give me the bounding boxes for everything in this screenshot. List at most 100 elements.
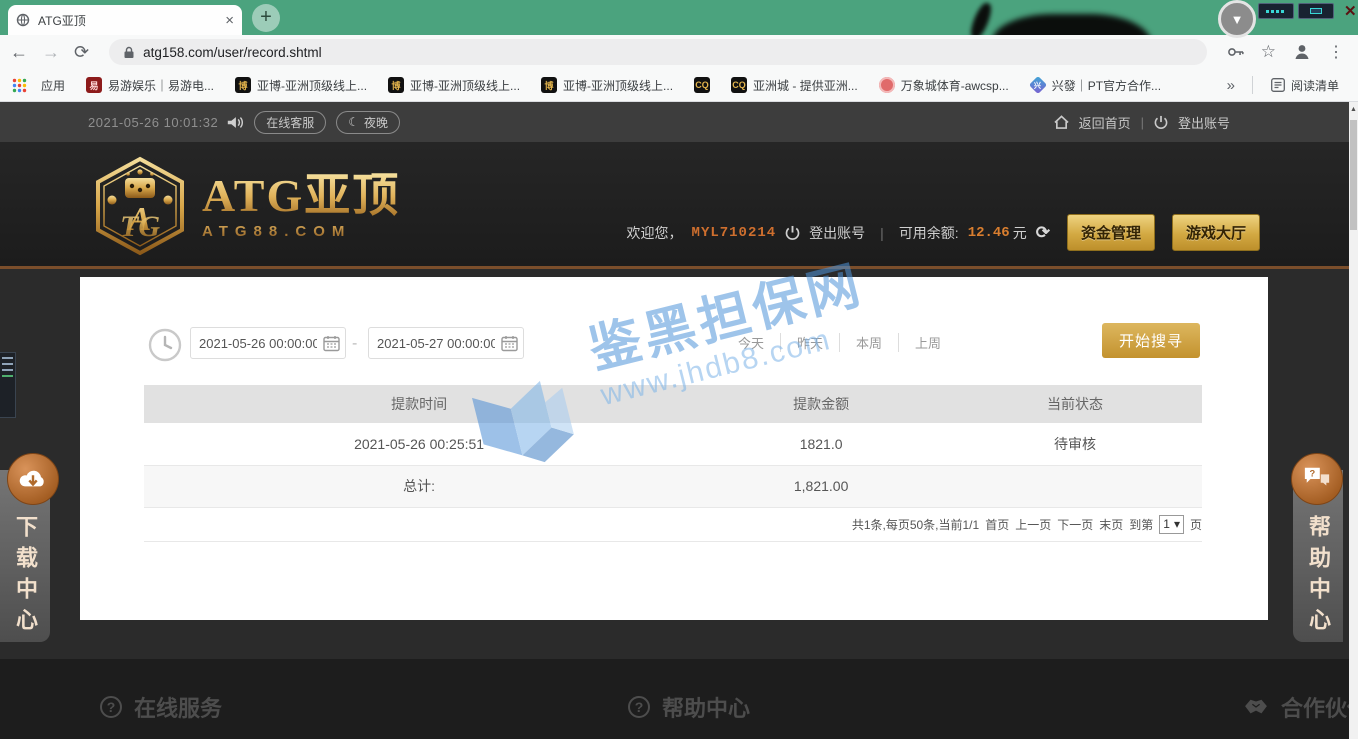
cell-withdraw-time: 2021-05-26 00:25:51: [144, 423, 694, 465]
footer-help-center: ? 帮助中心: [628, 691, 1197, 723]
goto-suffix: 页: [1190, 516, 1202, 533]
profile-avatar-icon[interactable]: [1292, 42, 1312, 62]
online-service-button[interactable]: 在线客服: [254, 111, 326, 134]
bookmark-item[interactable]: 易 易游娱乐｜易游电...: [79, 74, 221, 97]
divider: |: [874, 225, 890, 241]
quick-link-last-week[interactable]: 上周: [898, 333, 957, 352]
bookmark-item[interactable]: 万象城体育-awcsp...: [872, 74, 1016, 97]
reading-list-button[interactable]: 阅读清单: [1264, 74, 1346, 97]
bookmark-item[interactable]: 博 亚博-亚洲顶级线上...: [381, 74, 527, 97]
favicon-globe-icon: [16, 13, 30, 27]
welcome-label: 欢迎您，: [627, 223, 683, 243]
svg-text:?: ?: [1309, 469, 1315, 479]
chat-question-icon: ?: [1302, 465, 1332, 493]
end-date-input[interactable]: [377, 336, 495, 351]
speaker-icon[interactable]: [226, 115, 244, 130]
apps-grid-icon[interactable]: [12, 78, 27, 93]
bookmark-favicon: 兴: [1029, 76, 1047, 94]
total-amount: 1,821.00: [694, 465, 948, 507]
screen: ATG亚顶 × + ▼ ✕ ← → ⟳ atg158.com/user/reco…: [0, 0, 1358, 739]
handshake-icon: [1243, 697, 1269, 717]
server-time: 2021-05-26 10:01:32: [88, 115, 218, 130]
download-center-button[interactable]: [7, 453, 59, 505]
quick-link-yesterday[interactable]: 昨天: [780, 333, 839, 352]
reload-icon[interactable]: ⟳: [74, 43, 89, 61]
browser-tab[interactable]: ATG亚顶 ×: [8, 5, 242, 35]
new-tab-button[interactable]: +: [252, 4, 280, 32]
quick-link-this-week[interactable]: 本周: [839, 333, 898, 352]
bookmark-star-icon[interactable]: ☆: [1261, 42, 1276, 62]
pagination-prev[interactable]: 上一页: [1015, 516, 1051, 533]
question-icon: ?: [628, 696, 650, 718]
pagination-first[interactable]: 首页: [985, 516, 1009, 533]
start-date-field[interactable]: [190, 327, 346, 359]
tab-close-icon[interactable]: ×: [225, 13, 234, 28]
help-center-button[interactable]: ?: [1291, 453, 1343, 505]
page-select[interactable]: 1 ▾: [1159, 515, 1184, 534]
recorder-panel-icon[interactable]: [1258, 3, 1294, 19]
calendar-icon[interactable]: [323, 335, 340, 352]
address-bar[interactable]: atg158.com/user/record.shtml: [109, 39, 1207, 65]
logo-title: ATG亚顶: [202, 172, 400, 220]
table-row: 2021-05-26 00:25:51 1821.0 待审核: [144, 423, 1202, 465]
bookmarks-overflow-icon[interactable]: »: [1221, 77, 1241, 94]
end-date-field[interactable]: [368, 327, 524, 359]
pagination-row: 共1条,每页50条,当前1/1 首页 上一页 下一页 末页 到第 1 ▾ 页: [144, 507, 1202, 541]
footer-partners: 合作伙伴: [1243, 691, 1358, 723]
recorder-panel-icon[interactable]: [1298, 3, 1334, 19]
url-text[interactable]: atg158.com/user/record.shtml: [143, 45, 322, 60]
calendar-icon[interactable]: [501, 335, 518, 352]
password-key-icon[interactable]: [1227, 44, 1245, 60]
record-panel: - 今天 昨天 本周 上周 开始搜寻 提款时间 提款金额 当前状态 2021-0…: [80, 277, 1268, 620]
col-withdraw-time: 提款时间: [144, 385, 694, 423]
logo-hexagon-icon: A TG: [92, 156, 188, 256]
bookmark-item[interactable]: 博 亚博-亚洲顶级线上...: [228, 74, 374, 97]
site-logo[interactable]: A TG ATG亚顶 ATG88.COM: [92, 156, 400, 256]
tab-title: ATG亚顶: [38, 12, 217, 29]
lock-icon: [123, 46, 135, 59]
moon-icon: ☾: [348, 115, 359, 129]
reading-list-icon: [1271, 78, 1285, 92]
username: MYL710214: [692, 225, 777, 241]
date-range-dash: -: [352, 335, 357, 353]
extension-record-icon[interactable]: ▼: [1218, 0, 1256, 38]
pagination-last[interactable]: 末页: [1099, 516, 1123, 533]
night-mode-toggle[interactable]: ☾ 夜晚: [336, 111, 400, 134]
browser-toolbar: ← → ⟳ atg158.com/user/record.shtml ☆ ⋮: [0, 35, 1358, 69]
col-current-status: 当前状态: [948, 385, 1202, 423]
scrollbar-thumb[interactable]: [1350, 120, 1357, 230]
withdraw-record-table: 提款时间 提款金额 当前状态 2021-05-26 00:25:51 1821.…: [144, 385, 1202, 542]
bookmark-item[interactable]: CQ 亚洲城 - 提供亚洲...: [724, 74, 865, 97]
divider: [1252, 76, 1253, 94]
col-withdraw-amount: 提款金额: [694, 385, 948, 423]
search-button[interactable]: 开始搜寻: [1102, 323, 1200, 358]
forward-icon[interactable]: →: [42, 43, 60, 61]
bookmark-favicon: [879, 77, 895, 93]
mini-dock-widget[interactable]: [0, 352, 16, 418]
game-lobby-button[interactable]: 游戏大厅: [1172, 214, 1260, 251]
bookmark-favicon: 博: [388, 77, 404, 93]
chrome-menu-icon[interactable]: ⋮: [1328, 42, 1344, 62]
start-date-input[interactable]: [199, 336, 317, 351]
download-center-label: 下载中心: [0, 514, 50, 639]
footer-online-service: ? 在线服务: [100, 691, 585, 723]
table-header-row: 提款时间 提款金额 当前状态: [144, 385, 1202, 423]
funds-management-button[interactable]: 资金管理: [1067, 214, 1155, 251]
bookmark-item[interactable]: 兴 兴發｜PT官方合作...: [1023, 74, 1168, 97]
recorder-close-icon[interactable]: ✕: [1338, 2, 1357, 20]
pagination-next[interactable]: 下一页: [1057, 516, 1093, 533]
page-scrollbar[interactable]: ▲: [1349, 102, 1358, 739]
header-logout-link[interactable]: 登出账号: [809, 223, 865, 243]
home-link[interactable]: 返回首页: [1079, 113, 1131, 132]
scrollbar-up-icon[interactable]: ▲: [1349, 102, 1358, 113]
bookmark-item[interactable]: 博 亚博-亚洲顶级线上...: [534, 74, 680, 97]
quick-link-today[interactable]: 今天: [722, 333, 780, 352]
bookmark-apps[interactable]: 应用: [34, 74, 72, 97]
back-icon[interactable]: ←: [10, 43, 28, 61]
balance-refresh-icon[interactable]: ⟳: [1036, 223, 1050, 243]
quick-range-links: 今天 昨天 本周 上周: [722, 333, 957, 352]
bookmark-item[interactable]: CQ: [687, 74, 717, 96]
bookmark-favicon: CQ: [731, 77, 747, 93]
cloud-download-icon: [17, 466, 49, 492]
logout-link[interactable]: 登出账号: [1178, 113, 1230, 132]
